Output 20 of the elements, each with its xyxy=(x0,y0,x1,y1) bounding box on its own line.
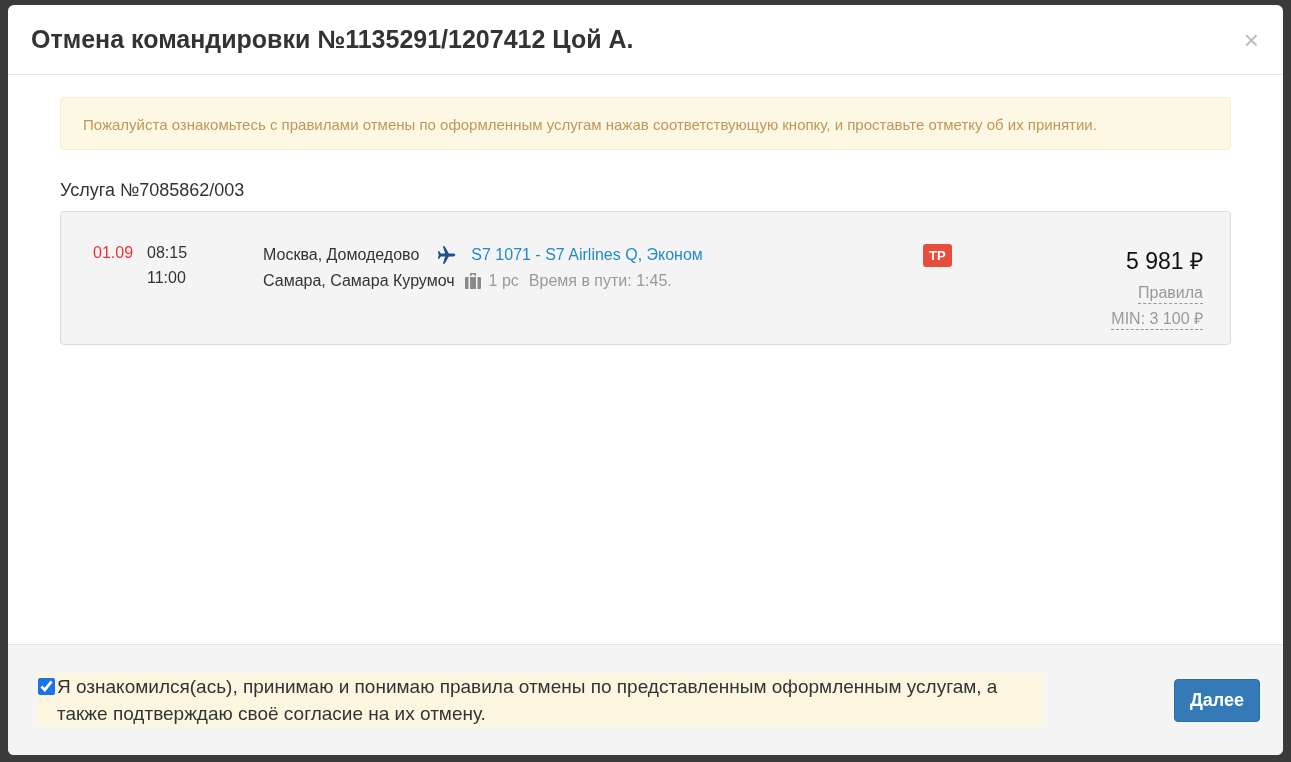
service-heading: Услуга №7085862/003 xyxy=(60,180,246,201)
dialog-title: Отмена командировки №1135291/1207412 Цой А. xyxy=(31,25,634,54)
suitcase-icon xyxy=(462,270,483,291)
arrival-city: Самара, Самара Курумоч xyxy=(263,271,455,290)
departure-time: 08:15 xyxy=(147,244,189,262)
notice-alert: Пожалуйста ознакомьтесь с правилами отмены по оформленным услугам нажав соответствующую кнопку, и проставьте отметку об их принятии. xyxy=(60,97,1231,150)
consent-text: Я ознакомился(ась), принимаю и понимаю правила отмены по представленным оформленным услугам, а также подтверждаю своё согласие на их отмену. xyxy=(57,675,999,726)
baggage-allowance: 1 pc xyxy=(488,271,519,290)
min-price-link[interactable]: MIN: 3 100 ₽ xyxy=(1111,309,1203,330)
arrival-time: 11:00 xyxy=(147,269,187,287)
rules-link[interactable]: Правила xyxy=(1138,283,1203,304)
price: 5 981 ₽ xyxy=(1126,247,1203,276)
tariff-badge: TP xyxy=(923,244,952,267)
consent-checkbox[interactable] xyxy=(38,678,55,695)
next-button[interactable]: Далее xyxy=(1173,678,1260,722)
departure-city: Москва, Домодедово xyxy=(263,245,420,264)
flight-duration: Время в пути: 1:45. xyxy=(528,271,672,290)
flight-date: 01.09 xyxy=(93,244,134,261)
flight-link[interactable]: S7 1071 - S7 Airlines Q, Эконом xyxy=(471,245,703,264)
close-button[interactable]: × xyxy=(1243,26,1259,53)
